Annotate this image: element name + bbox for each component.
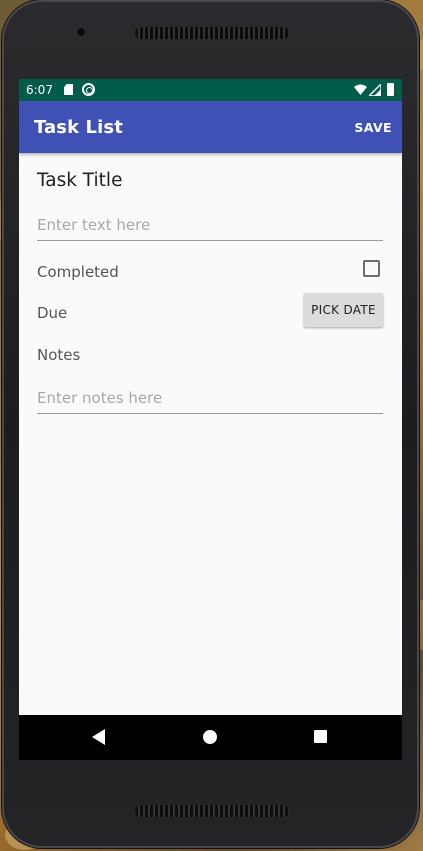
front-camera	[75, 26, 87, 38]
save-button[interactable]: SAVE	[354, 120, 392, 135]
back-icon[interactable]	[92, 729, 105, 745]
task-title-input[interactable]	[37, 211, 383, 241]
notes-input[interactable]	[37, 384, 383, 414]
device-screen: 6:07 Task List SAVE Task Title Completed…	[19, 79, 402, 760]
app-bar: Task List SAVE	[19, 101, 402, 153]
wifi-icon	[354, 84, 367, 95]
navigation-bar	[19, 715, 402, 760]
completed-checkbox[interactable]	[363, 260, 380, 277]
due-label: Due	[37, 304, 68, 322]
home-icon[interactable]	[203, 730, 217, 744]
recents-icon[interactable]	[314, 730, 327, 743]
battery-icon	[387, 83, 394, 96]
pick-date-button[interactable]: PICK DATE	[304, 293, 383, 327]
speaker-grill-bottom	[135, 805, 289, 817]
task-title-label: Task Title	[37, 170, 123, 191]
completed-label: Completed	[37, 263, 119, 281]
sd-card-icon	[64, 84, 73, 95]
notes-label: Notes	[37, 346, 81, 364]
sync-icon	[82, 83, 95, 96]
app-title: Task List	[34, 117, 123, 138]
signal-icon	[369, 84, 381, 96]
status-time: 6:07	[26, 83, 53, 97]
speaker-grill-top	[135, 27, 289, 39]
status-bar: 6:07	[19, 79, 402, 101]
